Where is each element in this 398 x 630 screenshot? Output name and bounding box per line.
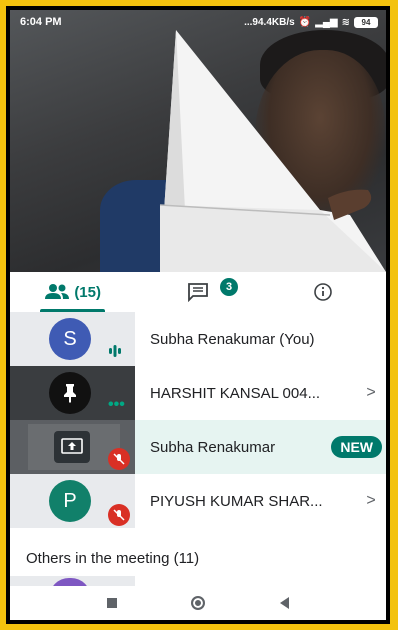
tab-info[interactable] bbox=[261, 272, 386, 312]
participant-thumb: P bbox=[10, 474, 135, 528]
avatar bbox=[49, 372, 91, 414]
participant-name: PIYUSH KUMAR SHAR... bbox=[150, 492, 323, 510]
others-heading: Others in the meeting (11) bbox=[26, 550, 200, 567]
signal-icon: ▂▄▆ bbox=[315, 16, 338, 28]
alarm-icon: ⏰ bbox=[298, 16, 312, 28]
participant-row-you[interactable]: S Subha Renakumar (You) bbox=[10, 312, 386, 366]
home-icon[interactable] bbox=[191, 596, 206, 610]
tab-chat[interactable] bbox=[135, 272, 260, 312]
avatar: S bbox=[49, 318, 91, 360]
new-badge: NEW bbox=[331, 436, 382, 458]
tab-people[interactable]: (15) bbox=[10, 272, 135, 312]
android-nav-bar bbox=[10, 586, 386, 620]
speaking-indicator-icon bbox=[109, 345, 121, 357]
more-dots-icon: ••• bbox=[108, 396, 125, 413]
people-icon bbox=[45, 284, 70, 299]
avatar bbox=[54, 431, 90, 463]
chat-icon bbox=[188, 283, 208, 302]
participant-row-piyush[interactable]: P PIYUSH KUMAR SHAR... > bbox=[10, 474, 386, 528]
status-bar: 6:04 PM ...94.4KB/s ⏰ ▂▄▆ ≋ 94 bbox=[10, 10, 386, 34]
pin-icon bbox=[64, 384, 76, 403]
participant-thumb bbox=[10, 420, 135, 474]
battery-icon: 94 bbox=[354, 16, 378, 28]
recents-icon[interactable] bbox=[107, 598, 118, 608]
present-screen-icon bbox=[61, 438, 83, 454]
participant-row-harshit[interactable]: ••• HARSHIT KANSAL 004... > bbox=[10, 366, 386, 420]
wifi-icon: ≋ bbox=[341, 16, 350, 28]
chat-unread-badge: 3 bbox=[220, 278, 238, 296]
participant-thumb: S bbox=[10, 312, 135, 366]
mic-off-icon bbox=[108, 504, 130, 526]
participant-name: Subha Renakumar (You) bbox=[150, 330, 315, 348]
chevron-right-icon[interactable]: > bbox=[356, 384, 386, 402]
mic-off-icon bbox=[108, 448, 130, 470]
panel-tabs: (15) 3 bbox=[10, 272, 386, 312]
participant-row-presentation[interactable]: Subha Renakumar NEW bbox=[10, 420, 386, 474]
status-time: 6:04 PM bbox=[20, 16, 62, 28]
back-icon[interactable] bbox=[279, 597, 289, 609]
device-frame: 6:04 PM ...94.4KB/s ⏰ ▂▄▆ ≋ 94 (15) 3 S … bbox=[6, 6, 390, 624]
people-count: (15) bbox=[74, 283, 101, 301]
chevron-right-icon[interactable]: > bbox=[356, 492, 386, 510]
info-icon bbox=[314, 283, 333, 301]
participant-thumb: ••• bbox=[10, 366, 135, 420]
main-video-feed[interactable]: 6:04 PM ...94.4KB/s ⏰ ▂▄▆ ≋ 94 bbox=[10, 10, 386, 272]
avatar: P bbox=[49, 480, 91, 522]
network-speed: ...94.4KB/s bbox=[244, 16, 295, 28]
phone-screen: 6:04 PM ...94.4KB/s ⏰ ▂▄▆ ≋ 94 (15) 3 S … bbox=[10, 10, 386, 620]
paper-airplane-shape bbox=[159, 30, 386, 272]
next-participant-thumb bbox=[10, 576, 135, 598]
participant-name: HARSHIT KANSAL 004... bbox=[150, 384, 321, 402]
participant-name: Subha Renakumar bbox=[150, 438, 276, 456]
